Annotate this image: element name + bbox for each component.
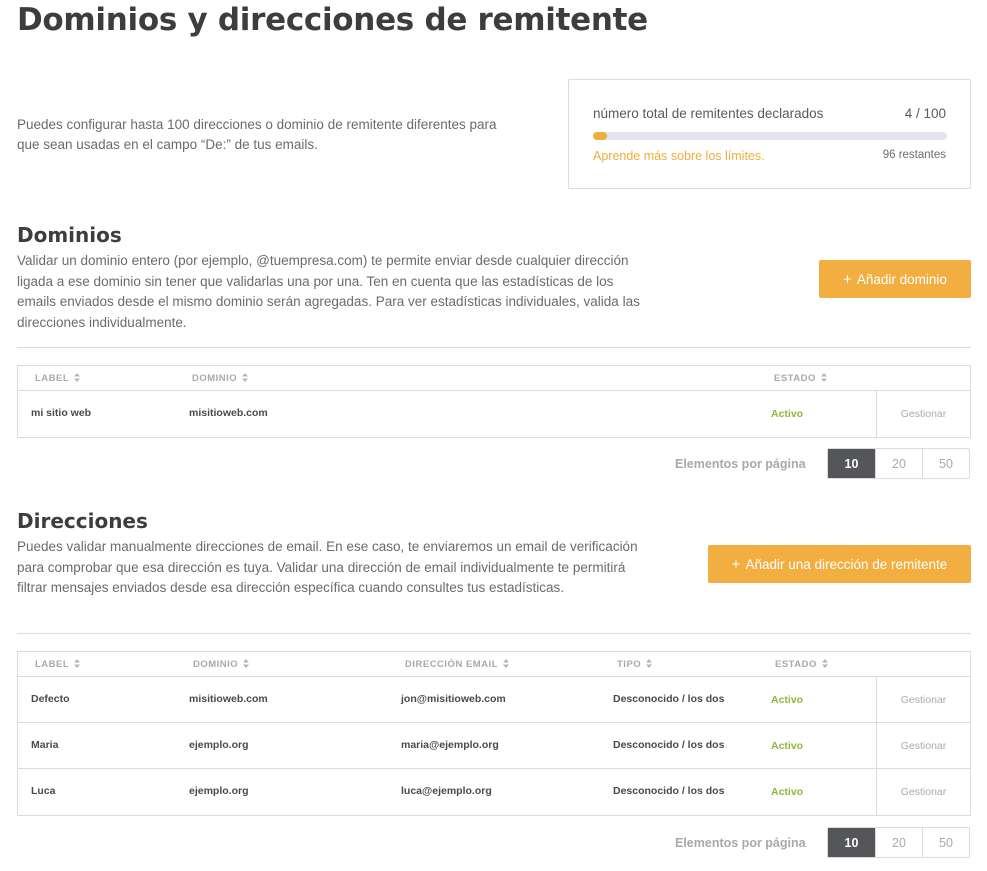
- page-size-option[interactable]: 10: [828, 828, 875, 857]
- quota-progress-bar: [593, 132, 947, 140]
- cell-label: Maria: [31, 739, 59, 751]
- cell-label: Luca: [31, 785, 56, 797]
- cell-type: Desconocido / los dos: [613, 739, 725, 751]
- sender-quota-card: número total de remitentes declarados 4 …: [568, 79, 971, 189]
- sort-icon: [243, 659, 250, 668]
- column-header-domain[interactable]: DOMINIO: [192, 373, 249, 384]
- domains-page-size-selector: 10 20 50: [827, 448, 970, 479]
- domains-section-title: Dominios: [17, 223, 122, 247]
- cell-email: jon@misitioweb.com: [401, 693, 506, 705]
- column-header-email[interactable]: DIRECCIÓN EMAIL: [405, 659, 509, 670]
- column-header-label[interactable]: LABEL: [35, 659, 81, 670]
- page-size-option[interactable]: 50: [922, 828, 969, 857]
- table-header: LABEL DOMINIO ESTADO: [18, 366, 970, 391]
- cell-label: mi sitio web: [31, 407, 92, 419]
- add-sender-address-button-label: Añadir una dirección de remitente: [745, 556, 948, 572]
- cell-domain: misitioweb.com: [189, 407, 268, 419]
- column-header-label[interactable]: LABEL: [35, 373, 81, 384]
- cell-type: Desconocido / los dos: [613, 785, 725, 797]
- plus-icon: +: [731, 555, 741, 573]
- manage-button[interactable]: Gestionar: [876, 769, 970, 815]
- table-row: Defecto misitioweb.com jon@misitioweb.co…: [18, 677, 970, 723]
- page-size-label: Elementos por página: [675, 836, 806, 850]
- manage-button[interactable]: Gestionar: [876, 677, 970, 722]
- cell-domain: misitioweb.com: [189, 693, 268, 705]
- plus-icon: +: [843, 270, 852, 288]
- sort-icon: [820, 373, 827, 382]
- table-row: mi sitio web misitioweb.com Activo Gesti…: [18, 391, 970, 437]
- table-row: Luca ejemplo.org luca@ejemplo.org Descon…: [18, 769, 970, 815]
- table-row: Maria ejemplo.org maria@ejemplo.org Desc…: [18, 723, 970, 769]
- page-size-option[interactable]: 20: [875, 449, 922, 478]
- cell-type: Desconocido / los dos: [613, 693, 725, 705]
- sort-icon: [74, 659, 81, 668]
- addresses-table: LABEL DOMINIO DIRECCIÓN EMAIL TIPO ESTAD…: [17, 651, 971, 816]
- addresses-page-size-selector: 10 20 50: [827, 827, 970, 858]
- page-size-option[interactable]: 50: [922, 449, 969, 478]
- page-title: Dominios y direcciones de remitente: [17, 2, 648, 38]
- sort-icon: [821, 659, 828, 668]
- status-badge: Activo: [771, 740, 804, 752]
- page-size-option[interactable]: 20: [875, 828, 922, 857]
- column-header-status[interactable]: ESTADO: [775, 659, 828, 670]
- sort-icon: [242, 373, 249, 382]
- add-domain-button-label: Añadir dominio: [856, 271, 947, 287]
- cell-domain: ejemplo.org: [189, 785, 249, 797]
- table-header: LABEL DOMINIO DIRECCIÓN EMAIL TIPO ESTAD…: [18, 652, 970, 677]
- add-sender-address-button[interactable]: + Añadir una dirección de remitente: [708, 545, 971, 583]
- status-badge: Activo: [771, 786, 804, 798]
- quota-remaining: 96 restantes: [882, 149, 946, 161]
- cell-domain: ejemplo.org: [189, 739, 249, 751]
- limits-help-link[interactable]: Aprende más sobre los límites.: [593, 149, 765, 163]
- domains-table: LABEL DOMINIO ESTADO mi sitio web misiti…: [17, 365, 971, 438]
- manage-button[interactable]: Gestionar: [876, 391, 970, 437]
- page-size-label: Elementos por página: [675, 457, 806, 471]
- add-domain-button[interactable]: + Añadir dominio: [819, 260, 971, 298]
- divider: [17, 347, 971, 348]
- column-header-domain[interactable]: DOMINIO: [193, 659, 250, 670]
- cell-email: maria@ejemplo.org: [401, 739, 499, 751]
- domains-description: Validar un dominio entero (por ejemplo, …: [17, 253, 640, 330]
- sort-icon: [646, 659, 653, 668]
- addresses-section-title: Direcciones: [17, 509, 148, 533]
- sort-icon: [74, 373, 81, 382]
- status-badge: Activo: [771, 408, 804, 420]
- column-header-status[interactable]: ESTADO: [774, 373, 827, 384]
- manage-button[interactable]: Gestionar: [876, 723, 970, 768]
- sort-icon: [503, 659, 509, 668]
- divider: [17, 633, 971, 634]
- addresses-description: Puedes validar manualmente direcciones d…: [17, 539, 638, 595]
- status-badge: Activo: [771, 694, 804, 706]
- page-size-option[interactable]: 10: [828, 449, 875, 478]
- cell-label: Defecto: [31, 693, 70, 705]
- quota-progress-fill: [593, 132, 608, 140]
- quota-count: 4 / 100: [904, 106, 946, 121]
- quota-label: número total de remitentes declarados: [593, 106, 824, 121]
- column-header-type[interactable]: TIPO: [617, 659, 653, 670]
- cell-email: luca@ejemplo.org: [401, 785, 492, 797]
- intro-text: Puedes configurar hasta 100 direcciones …: [17, 117, 497, 152]
